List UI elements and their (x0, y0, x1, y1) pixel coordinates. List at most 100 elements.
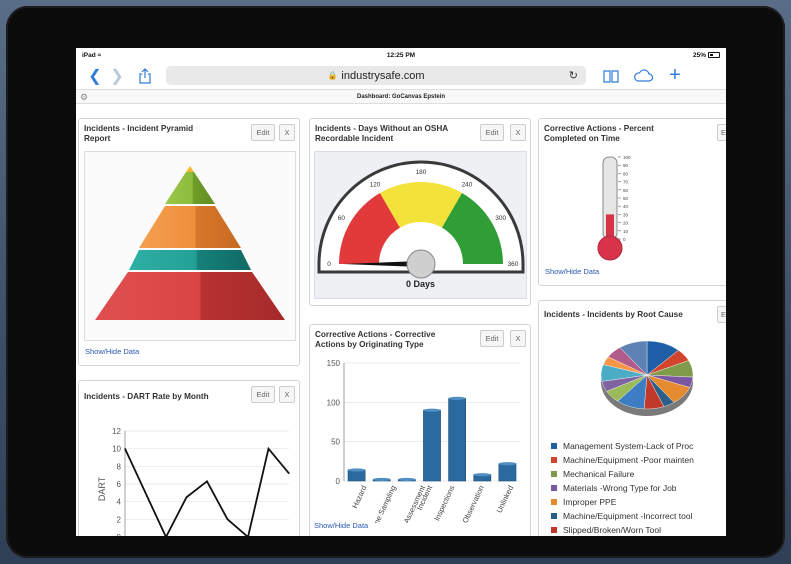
close-button[interactable]: X (510, 124, 526, 141)
legend-label: Materials -Wrong Type for Job (563, 483, 677, 493)
chevron-right-icon: ❯ (110, 67, 124, 85)
share-icon (139, 67, 151, 84)
x-tick-label: Inspections (432, 484, 456, 522)
x-tick-label: Unlinked (495, 484, 515, 514)
legend-item: Improper PPE (551, 495, 726, 509)
wifi-icon: ≈ (97, 51, 102, 59)
bar-top (373, 477, 391, 482)
new-tab-button[interactable]: + (664, 64, 686, 87)
y-tick-label: 10 (112, 445, 121, 454)
thermometer-tick-label: 40 (623, 204, 629, 209)
address-bar[interactable]: 🔒 industrysafe.com ↻ (166, 66, 586, 85)
edit-button[interactable]: Edit (251, 124, 275, 141)
legend-item: Machine/Equipment -Poor mainten (551, 453, 726, 467)
pyramid-tier-1 (186, 166, 194, 172)
status-time: 12:25 PM (386, 51, 416, 59)
gauge-tick-label: 240 (462, 181, 473, 188)
widget-title: Incidents - Incident Pyramid Report (84, 124, 194, 143)
root-cause-legend: Management System-Lack of Proc Machine/Eq… (551, 439, 726, 536)
gauge-tick-label: 180 (416, 169, 427, 176)
ipad-screen: iPad ≈ 12:25 PM 25% ❮ ❯ 🔒 industrysafe.c… (76, 48, 726, 536)
dart-point (185, 496, 188, 498)
legend-swatch (551, 443, 557, 449)
widget-days-without-osha: Incidents - Days Without an OSHA Recordab… (309, 118, 531, 306)
ipad-bezel: iPad ≈ 12:25 PM 25% ❮ ❯ 🔒 industrysafe.c… (6, 6, 785, 558)
widget-title: Incidents - Days Without an OSHA Recordab… (315, 124, 449, 143)
y-tick-label: 12 (112, 427, 121, 436)
lock-icon: 🔒 (327, 71, 338, 80)
bar-top (448, 396, 466, 400)
widget-percent-completed: Corrective Actions - Percent Completed on… (538, 118, 726, 286)
reload-icon[interactable]: ↻ (569, 69, 578, 82)
legend-swatch (551, 457, 557, 463)
bookmarks-button[interactable] (600, 65, 622, 87)
battery-status: 25% (693, 52, 720, 59)
share-button[interactable] (134, 65, 156, 87)
dart-point (267, 448, 270, 450)
legend-item: Slipped/Broken/Worn Tool (551, 523, 726, 536)
y-tick-label: 6 (117, 480, 122, 489)
close-button[interactable]: X (510, 330, 526, 347)
device-label: iPad ≈ (82, 51, 102, 59)
legend-label: Improper PPE (563, 497, 617, 507)
y-axis-label: DART (97, 476, 107, 501)
legend-label: Machine/Equipment -Poor mainten (563, 455, 694, 465)
bar-top (498, 462, 516, 466)
widget-corrective-actions-type: Corrective Actions - Corrective Actions b… (309, 324, 531, 536)
pyramid-tier-4 (129, 250, 251, 270)
legend-swatch (551, 513, 557, 519)
show-hide-data-link[interactable]: Show/Hide Data (545, 267, 599, 276)
legend-item: Machine/Equipment -Incorrect tool (551, 509, 726, 523)
chevron-left-icon: ❮ (88, 67, 102, 85)
pyramid-tier-2 (165, 172, 215, 204)
y-tick-label: 150 (327, 359, 341, 368)
dart-series-line (124, 446, 290, 536)
x-tick-label: Observation (461, 484, 486, 523)
thermometer-tick-label: 80 (623, 171, 629, 176)
back-button[interactable]: ❮ (84, 65, 106, 87)
bar (423, 409, 441, 482)
dart-point (206, 480, 208, 482)
legend-item: Management System-Lack of Proc (551, 439, 726, 453)
bar-top (423, 408, 441, 412)
thermometer-tick-label: 60 (623, 188, 629, 193)
y-tick-label: 2 (117, 515, 122, 524)
legend-swatch (551, 527, 557, 533)
edit-button[interactable]: Edit (480, 330, 504, 347)
bar-top (398, 477, 416, 482)
gauge-value-label: 0 Days (405, 279, 436, 289)
thermometer-tick-label: 100 (623, 155, 631, 160)
y-tick-label: 100 (327, 398, 341, 407)
legend-item: Materials -Wrong Type for Job (551, 481, 726, 495)
thermometer-tick-label: 0 (623, 237, 626, 242)
y-tick-label: 8 (117, 462, 122, 471)
legend-label: Mechanical Failure (563, 469, 635, 479)
edit-button[interactable]: Edit (251, 386, 275, 403)
settings-icon[interactable]: ⚙ (80, 90, 88, 104)
gauge-hub (406, 249, 436, 279)
thermometer-chart: 1009080706050403020100 (597, 155, 631, 261)
thermometer-tick-label: 30 (623, 212, 629, 217)
dart-point (226, 518, 229, 520)
show-hide-data-link[interactable]: Show/Hide Data (85, 347, 139, 356)
y-tick-label: 4 (117, 498, 122, 507)
gauge-tick-label: 300 (495, 215, 506, 222)
gauge-tick-label: 60 (338, 215, 346, 222)
x-tick-label: Hazard (350, 484, 368, 510)
close-button[interactable]: X (279, 386, 295, 403)
thermometer-tick-label: 70 (623, 180, 629, 185)
widget-title: Corrective Actions - Corrective Actions b… (315, 330, 436, 349)
edit-button[interactable]: E (717, 306, 726, 323)
icloud-tabs-button[interactable] (632, 65, 654, 87)
show-hide-data-link[interactable]: Show/Hide Data (314, 521, 368, 530)
close-button[interactable]: X (279, 124, 295, 141)
edit-button[interactable]: E (717, 124, 726, 141)
legend-swatch (551, 471, 557, 477)
edit-button[interactable]: Edit (480, 124, 504, 141)
forward-button[interactable]: ❯ (106, 65, 128, 87)
book-icon (603, 69, 619, 83)
legend-label: Slipped/Broken/Worn Tool (563, 525, 661, 535)
dart-point (144, 492, 147, 494)
gauge-tick-label: 360 (508, 261, 519, 268)
browser-toolbar: ❮ ❯ 🔒 industrysafe.com ↻ + (76, 62, 726, 89)
